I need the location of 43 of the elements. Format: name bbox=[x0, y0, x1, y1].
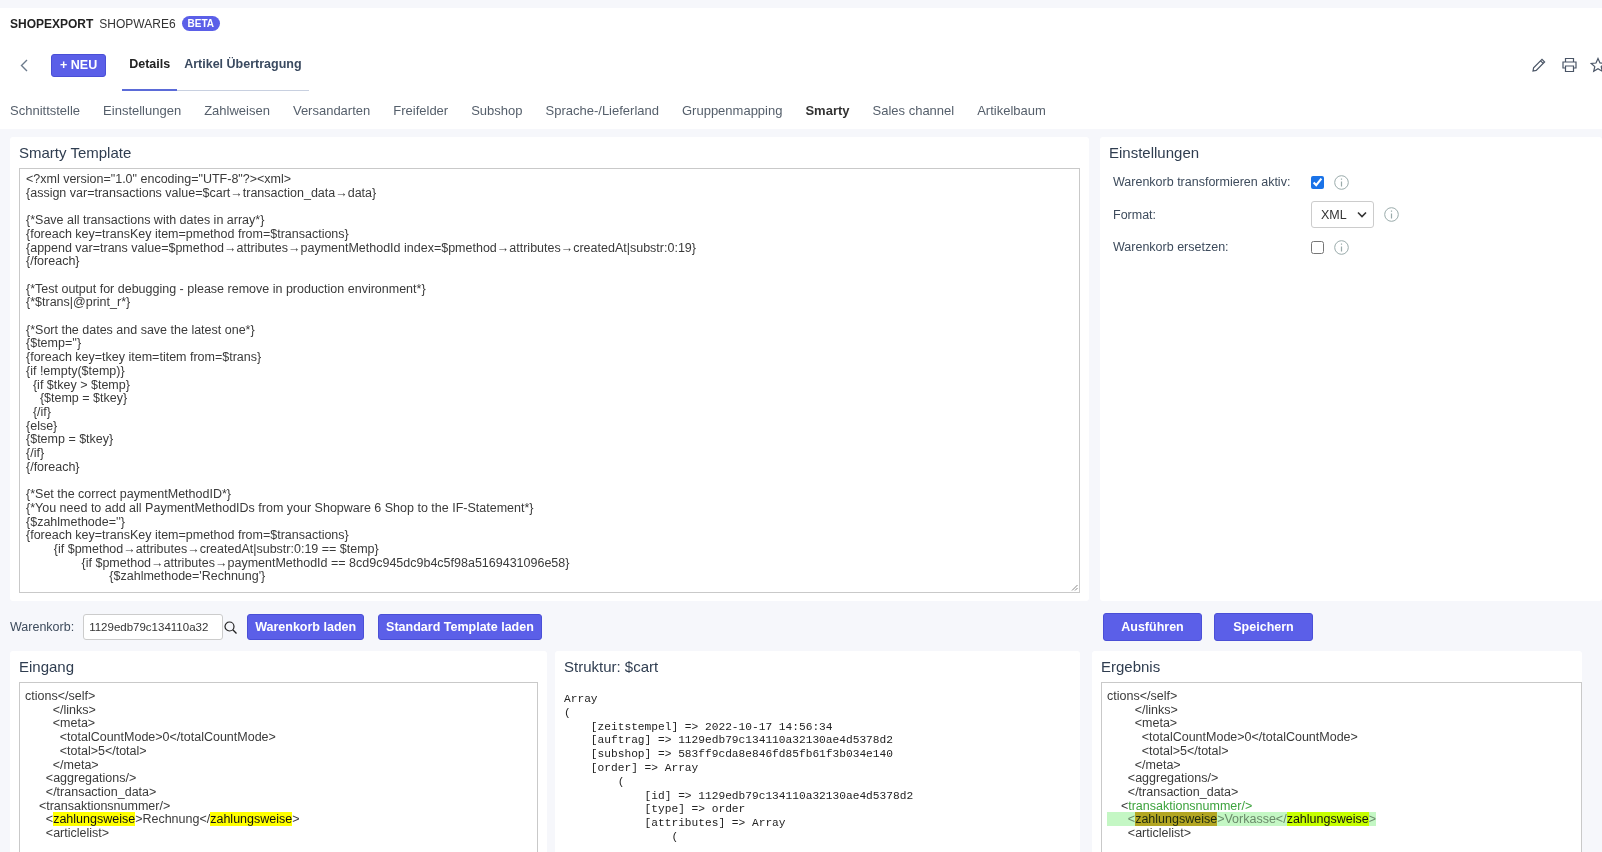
nav-tab[interactable]: Freifelder bbox=[393, 103, 449, 118]
action-button[interactable]: Speichern bbox=[1214, 613, 1313, 641]
cart-id-field[interactable]: 1129edb79c134110a32 bbox=[83, 614, 224, 640]
card-title: Einstellungen bbox=[1109, 143, 1201, 163]
load-button[interactable]: Warenkorb laden bbox=[247, 614, 365, 640]
checkbox[interactable] bbox=[1311, 240, 1324, 254]
beta-badge: BETA bbox=[181, 16, 221, 31]
tab[interactable]: Details bbox=[122, 39, 178, 91]
card-title: Struktur: $cart bbox=[564, 657, 660, 677]
format-select[interactable]: XML bbox=[1311, 201, 1374, 228]
app-subtitle: SHOPWARE6 bbox=[99, 16, 176, 31]
nav-tab[interactable]: Einstellungen bbox=[103, 103, 182, 118]
resize-handle-icon[interactable] bbox=[1071, 584, 1078, 591]
caret-icon[interactable] bbox=[1357, 211, 1367, 218]
nav-tab[interactable]: Subshop bbox=[471, 103, 523, 118]
nav-tab[interactable]: Zahlweisen bbox=[204, 103, 270, 118]
app-title: SHOPEXPORT bbox=[10, 16, 94, 31]
setting-label: Warenkorb transformieren aktiv: bbox=[1113, 175, 1292, 189]
new-button[interactable]: + NEU bbox=[51, 53, 107, 77]
search-icon[interactable] bbox=[224, 621, 238, 634]
print-icon[interactable] bbox=[1561, 57, 1578, 73]
cart-label: Warenkorb: bbox=[10, 620, 75, 634]
nav-tab[interactable]: Smarty bbox=[805, 103, 850, 118]
nav-tab[interactable]: Artikelbaum bbox=[977, 103, 1046, 118]
setting-label: Format: bbox=[1113, 207, 1158, 222]
card-title: Eingang bbox=[19, 657, 76, 677]
nav-tab[interactable]: Schnittstelle bbox=[10, 103, 81, 118]
star-icon[interactable] bbox=[1590, 57, 1602, 73]
nav-tab[interactable]: Sales channel bbox=[872, 103, 955, 118]
card-title: Smarty Template bbox=[19, 143, 133, 163]
checkbox[interactable] bbox=[1311, 175, 1324, 189]
setting-label: Warenkorb ersetzen: bbox=[1113, 240, 1230, 254]
nav-tab[interactable]: Sprache-/Lieferland bbox=[545, 103, 659, 118]
action-button[interactable]: Ausführen bbox=[1103, 613, 1202, 641]
template-editor[interactable]: <?xml version="1.0" encoding="UTF-8"?><xml> {assign var=transactions value=$cart→transaction_data→data} {*Save all transactions with dates in array*} {foreach key=transKey item=pmethod from=$transactions} {append var=trans value=$pmethod→attributes→paymentMethodId index=$pmethod→attributes→createdAt|substr:0:19} {/foreach} {*Test output for debugging - please remove in production environment*} {*$trans|@print_r*} {*Sort the dates and save the latest one*} {$temp=''} {foreach key=tkey item=titem from=$trans} {if !empty($temp)} {if $tkey > $temp} {$temp = $tkey} {/if} {else} {$temp = $tkey} {/if} {/foreach} {*Set the correct paymentMethodID*} {*You need to add all PaymentMethodIDs from your Shopware 6 Shop to the IF-Statement*} {$zahlmethode=''} {foreach key=transKey item=pmethod from=$transactions} {if $pmethod→attributes→createdAt|substr:0:19 == $temp} {if $pmethod→attributes→paymentMethodId == 8cd9c945dc9b4c5f98a5169431096e58} {$zahlmethode='Rechnung'} bbox=[19, 168, 1080, 593]
back-icon[interactable] bbox=[20, 58, 28, 72]
nav-tab[interactable]: Versandarten bbox=[292, 103, 371, 118]
card-title: Ergebnis bbox=[1101, 657, 1162, 677]
nav-tab[interactable]: Gruppenmapping bbox=[682, 103, 783, 118]
structure-dump: Array ( [zeitstempel] => 2022-10-17 14:56:34 [auftrag] => 1129edb79c134110a32130ae4d5378d2 [subshop] => 583ff9cda8e846fd85fb61f3b034e140 [order] => Array ( [id] => 1129edb79c134110a32130ae4d5378d2 [type] => order [attributes] => Array ( bbox=[564, 692, 915, 845]
load-button[interactable]: Standard Template laden bbox=[378, 614, 542, 640]
edit-icon[interactable] bbox=[1531, 57, 1547, 73]
tab[interactable]: Artikel Übertragung bbox=[177, 39, 309, 91]
